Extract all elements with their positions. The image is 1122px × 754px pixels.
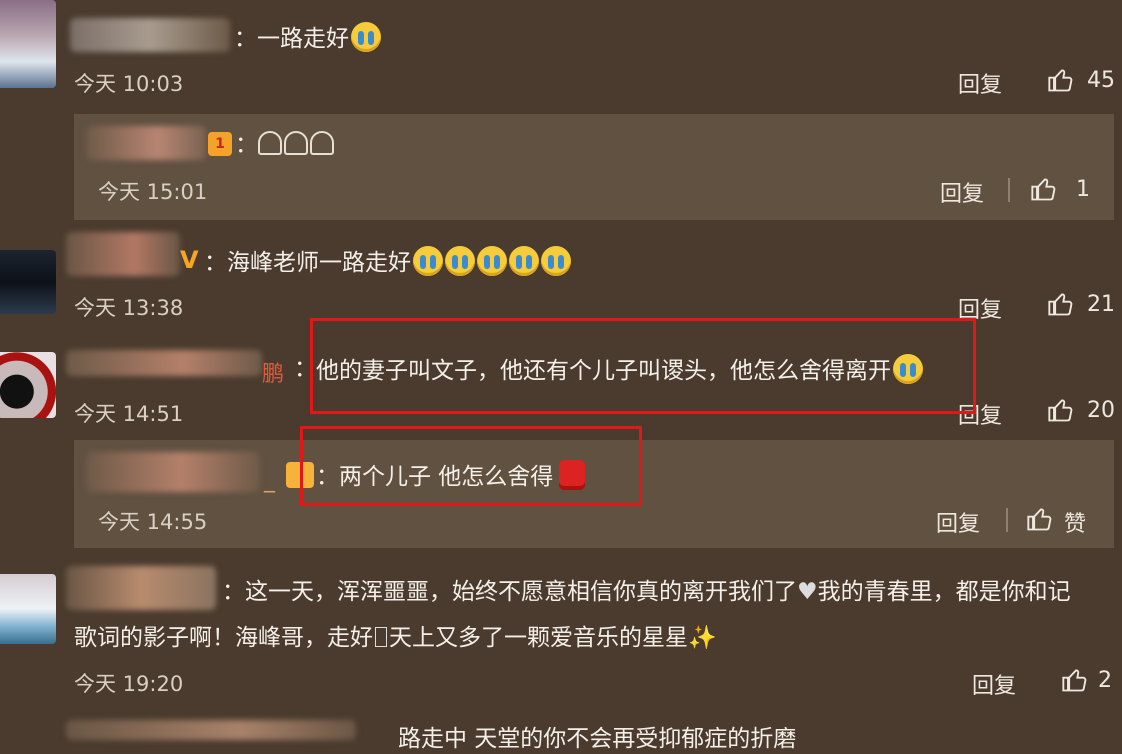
comment-text-line2: 歌词的影子啊！海峰哥，走好 天上又多了一颗爱音乐的星星✨ <box>74 625 717 651</box>
divider <box>1006 508 1008 532</box>
thumb-up-icon[interactable] <box>1047 290 1075 318</box>
crying-face-emoji <box>413 246 443 276</box>
username-blur[interactable] <box>86 126 206 160</box>
username-blur[interactable] <box>66 720 356 740</box>
thumb-up-icon[interactable] <box>1030 175 1058 203</box>
avatar[interactable] <box>0 250 56 314</box>
thumb-up-icon[interactable] <box>1026 505 1054 533</box>
reply-button[interactable]: 回复 <box>936 506 980 538</box>
crying-face-emoji <box>541 246 571 276</box>
thumb-up-icon[interactable] <box>1061 666 1089 694</box>
like-count: 21 <box>1087 292 1115 317</box>
subreply-time: 今天 15:01 <box>98 180 208 204</box>
like-count: 20 <box>1087 398 1115 423</box>
thumb-up-icon[interactable] <box>1047 396 1075 424</box>
comment-text: ：这一天，浑浑噩噩，始终不愿意相信你真的离开我们了♥我的青春里，都是你和记 <box>222 579 1071 605</box>
v-badge-icon: V <box>180 246 199 274</box>
avatar[interactable] <box>0 574 56 644</box>
broken-heart-emoji: ♥ <box>797 579 818 605</box>
reply-button[interactable]: 回复 <box>940 176 984 208</box>
username-suffix[interactable]: 鹏 <box>262 356 284 388</box>
reply-button[interactable]: 回复 <box>958 67 1002 99</box>
subreply-time: 今天 14:55 <box>98 510 208 534</box>
like-count: 45 <box>1087 68 1115 93</box>
thumb-up-icon[interactable] <box>1047 66 1075 94</box>
username-blur[interactable] <box>86 452 260 492</box>
subreply-text: ： <box>235 130 336 160</box>
sparkle-icon: ✨ <box>688 625 717 651</box>
username-blur[interactable] <box>66 232 180 276</box>
avatar[interactable] <box>0 352 56 418</box>
like-count: 2 <box>1098 668 1112 693</box>
divider <box>1008 178 1010 202</box>
like-button-label[interactable]: 赞 <box>1064 506 1086 538</box>
comment-text: 路走中 天堂的你不会再受抑郁症的折磨 <box>398 726 797 752</box>
like-count: 1 <box>1076 177 1090 202</box>
username-blur[interactable] <box>66 566 216 610</box>
comment-time: 今天 13:38 <box>74 296 184 320</box>
comment-time: 今天 10:03 <box>74 72 184 96</box>
username-blur[interactable] <box>66 350 262 376</box>
reply-button[interactable]: 回复 <box>972 668 1016 700</box>
username-suffix[interactable]: _ <box>264 468 275 493</box>
crying-face-emoji <box>445 246 475 276</box>
badge-icon: 1 <box>208 132 232 156</box>
highlight-box <box>310 318 976 414</box>
comment-time: 今天 19:20 <box>74 672 184 696</box>
crying-face-emoji <box>509 246 539 276</box>
comment-time: 今天 14:51 <box>74 402 184 426</box>
username-blur[interactable] <box>70 18 230 52</box>
crying-face-emoji <box>477 246 507 276</box>
comment-text: ：海峰老师一路走好 <box>204 246 571 278</box>
avatar[interactable] <box>0 0 56 88</box>
crying-face-emoji <box>351 22 381 52</box>
missing-glyph-icon <box>375 627 387 647</box>
highlight-box <box>300 426 642 506</box>
comment-text: ：一路走好 <box>234 22 381 54</box>
